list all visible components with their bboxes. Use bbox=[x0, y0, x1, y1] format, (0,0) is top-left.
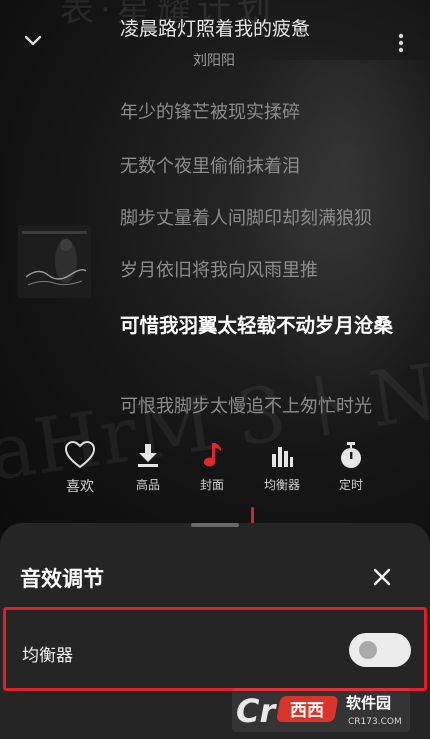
timer-button[interactable]: 定时 bbox=[321, 440, 381, 493]
lyric-line: 可恨我脚步太慢追不上匆忙时光 bbox=[120, 396, 372, 417]
bar-chart-icon bbox=[272, 447, 293, 467]
stopwatch-icon bbox=[341, 442, 361, 468]
svg-text:软件园: 软件园 bbox=[346, 694, 391, 712]
equalizer-toggle[interactable] bbox=[349, 633, 411, 667]
chevron-down-icon bbox=[24, 35, 42, 46]
equalizer-action-label: 均衡器 bbox=[263, 478, 300, 492]
quality-button[interactable]: 高品 bbox=[118, 440, 178, 493]
favorite-button[interactable]: 喜欢 bbox=[50, 440, 110, 496]
heart-outline-icon bbox=[64, 440, 96, 469]
player-screen: 表·星耀计划 aHrM 3 ﾄ Nn 凌晨路灯照着我的疲惫 刘阳阳 年少的锋芒被… bbox=[0, 0, 430, 530]
site-watermark-logo: Cr 西西 软件园 CR173.COM bbox=[232, 688, 410, 732]
music-note-icon bbox=[204, 443, 221, 467]
lyric-line-current: 可惜我羽翼太轻载不动岁月沧桑 bbox=[120, 314, 394, 337]
more-vertical-icon bbox=[398, 33, 404, 53]
lyric-line: 无数个夜里偷偷抹着泪 bbox=[120, 156, 300, 177]
lyric-line: 脚步丈量着人间脚印却刻满狼狈 bbox=[120, 208, 372, 229]
close-icon bbox=[373, 568, 391, 586]
album-cover-art bbox=[18, 225, 91, 298]
svg-text:Cr: Cr bbox=[236, 692, 277, 730]
equalizer-label: 均衡器 bbox=[22, 646, 73, 666]
download-icon bbox=[138, 444, 158, 467]
song-title: 凌晨路灯照着我的疲惫 bbox=[120, 18, 311, 40]
player-action-bar: 喜欢 高品 封面 均衡器 定时 bbox=[56, 440, 396, 500]
equalizer-setting-row: 均衡器 bbox=[3, 607, 427, 691]
artist-name[interactable]: 刘阳阳 bbox=[193, 50, 235, 70]
svg-text:西西: 西西 bbox=[290, 701, 324, 721]
timer-label: 定时 bbox=[338, 478, 363, 492]
more-button[interactable] bbox=[394, 30, 408, 56]
svg-text:CR173.COM: CR173.COM bbox=[348, 717, 402, 727]
lyric-line: 年少的锋芒被现实揉碎 bbox=[120, 102, 300, 123]
equalizer-button[interactable]: 均衡器 bbox=[252, 440, 312, 493]
favorite-label: 喜欢 bbox=[66, 479, 94, 495]
album-cover[interactable] bbox=[18, 225, 91, 298]
cover-button[interactable]: 封面 bbox=[182, 440, 242, 493]
lyric-line: 岁月依旧将我向风雨里推 bbox=[120, 260, 318, 281]
close-button[interactable] bbox=[370, 565, 394, 589]
cover-label: 封面 bbox=[199, 478, 224, 492]
quality-label: 高品 bbox=[135, 478, 160, 492]
watermark-logo-mark: Cr 西西 软件园 CR173.COM bbox=[236, 692, 402, 730]
sheet-drag-handle[interactable] bbox=[191, 523, 239, 527]
sheet-title: 音效调节 bbox=[20, 567, 104, 591]
toggle-knob bbox=[359, 641, 377, 659]
collapse-button[interactable] bbox=[20, 30, 46, 52]
